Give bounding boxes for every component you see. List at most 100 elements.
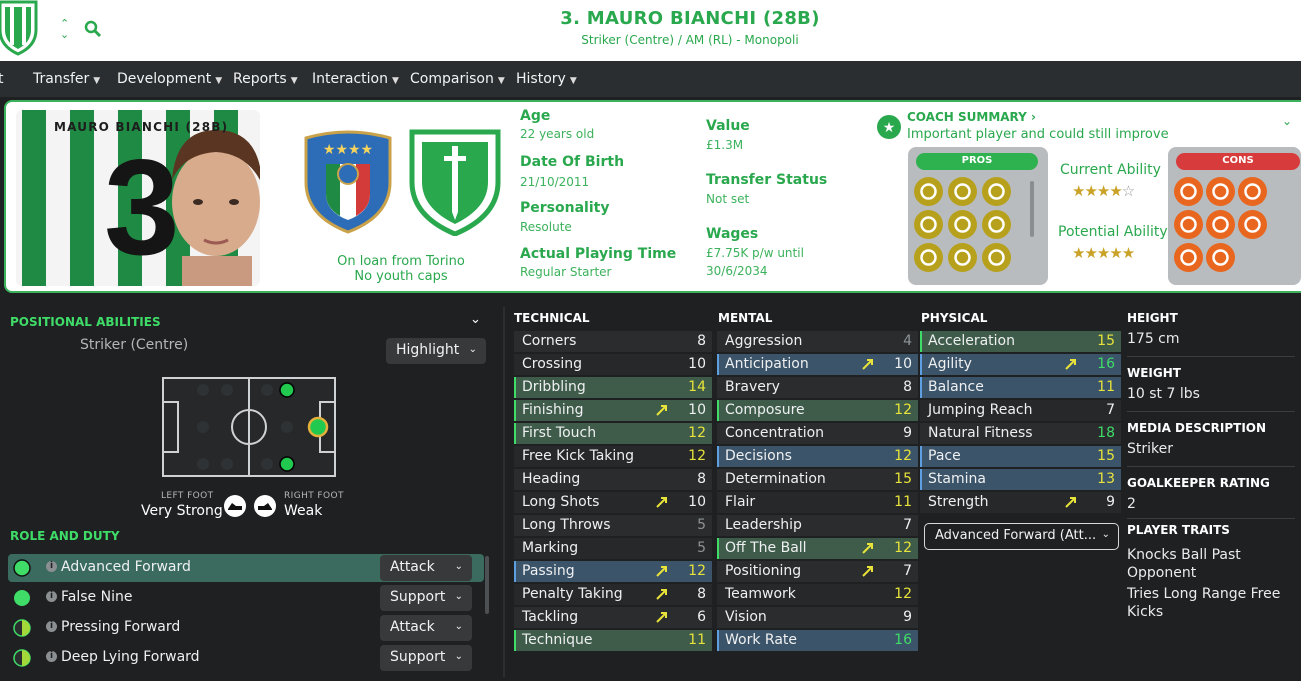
attribute-row[interactable]: Flair 11 xyxy=(717,492,918,513)
coach-summary-link[interactable]: COACH SUMMARY › xyxy=(907,110,1036,124)
target-icon[interactable] xyxy=(982,210,1011,239)
role-row[interactable]: i Pressing Forward Attack ⌄ xyxy=(8,614,484,642)
attribute-value: 9 xyxy=(903,609,912,625)
attribute-row[interactable]: Free Kick Taking 12 xyxy=(514,446,712,467)
flask-icon[interactable] xyxy=(1206,210,1235,239)
attribute-row[interactable]: Composure 12 xyxy=(717,400,918,421)
info-icon[interactable]: i xyxy=(46,621,57,632)
attribute-row[interactable]: Vision 9 xyxy=(717,607,918,628)
national-team-badge-icon[interactable]: ★★★★ xyxy=(300,130,396,234)
car-icon[interactable] xyxy=(1174,243,1203,272)
nav-menu-interaction[interactable]: Interaction ▼ xyxy=(312,71,399,87)
attribute-row[interactable]: Corners 8 xyxy=(514,331,712,352)
technical-title: TECHNICAL xyxy=(514,311,590,325)
attribute-row[interactable]: Bravery 8 xyxy=(717,377,918,398)
attribute-name: Aggression xyxy=(725,333,803,349)
attribute-row[interactable]: Agility 16 xyxy=(920,354,1121,375)
duty-dropdown[interactable]: Support ⌄ xyxy=(380,645,472,671)
highlight-dropdown[interactable]: Highlight ⌄ xyxy=(386,338,486,364)
attribute-value: 12 xyxy=(688,425,706,441)
attribute-row[interactable]: Pace 15 xyxy=(920,446,1121,467)
attribute-value: 12 xyxy=(894,402,912,418)
attribute-row[interactable]: Stamina 13 xyxy=(920,469,1121,490)
duty-dropdown[interactable]: Attack ⌄ xyxy=(380,615,472,641)
attribute-row[interactable]: Crossing 10 xyxy=(514,354,712,375)
target-icon[interactable] xyxy=(1174,177,1203,206)
attribute-name: Balance xyxy=(928,379,984,395)
attribute-row[interactable]: Positioning 7 xyxy=(717,561,918,582)
attribute-row[interactable]: Natural Fitness 18 xyxy=(920,423,1121,444)
pros-scrollbar[interactable] xyxy=(1030,181,1034,237)
medical-cross-icon[interactable] xyxy=(1206,177,1235,206)
attribute-row[interactable]: First Touch 12 xyxy=(514,423,712,444)
attribute-row[interactable]: Finishing 10 xyxy=(514,400,712,421)
attribute-row[interactable]: Long Shots 10 xyxy=(514,492,712,513)
player-trait[interactable]: Knocks Ball Past Opponent xyxy=(1127,546,1241,582)
nav-menu-comparison[interactable]: Comparison ▼ xyxy=(410,71,505,87)
attribute-row[interactable]: Strength 9 xyxy=(920,492,1121,513)
role-row[interactable]: i Advanced Forward Attack ⌄ xyxy=(8,554,484,582)
scissors-icon[interactable] xyxy=(1238,177,1267,206)
tag-icon[interactable] xyxy=(1238,210,1267,239)
role-attributes-dropdown[interactable]: Advanced Forward (Att... ⌄ xyxy=(924,523,1119,550)
club-badge-icon[interactable] xyxy=(408,128,502,236)
role-row[interactable]: i False Nine Support ⌄ xyxy=(8,584,484,612)
duty-dropdown[interactable]: Support ⌄ xyxy=(380,585,472,611)
player-trait[interactable]: Tries Long Range Free Kicks xyxy=(1127,585,1280,621)
attribute-row[interactable]: Balance 11 xyxy=(920,377,1121,398)
chevron-down-icon: ▼ xyxy=(93,76,101,86)
attribute-row[interactable]: Off The Ball 12 xyxy=(717,538,918,559)
attribute-row[interactable]: Penalty Taking 8 xyxy=(514,584,712,605)
nav-menu-partial[interactable]: t xyxy=(0,71,4,87)
divider xyxy=(1127,466,1295,467)
info-icon[interactable]: i xyxy=(46,591,57,602)
nav-menu-history[interactable]: History ▼ xyxy=(516,71,577,87)
expand-chevron-icon[interactable]: ⌄ xyxy=(1282,114,1292,128)
attribute-row[interactable]: Concentration 9 xyxy=(717,423,918,444)
attribute-row[interactable]: Dribbling 14 xyxy=(514,377,712,398)
info-icon[interactable]: i xyxy=(46,651,57,662)
attribute-row[interactable]: Tackling 6 xyxy=(514,607,712,628)
attribute-row[interactable]: Teamwork 12 xyxy=(717,584,918,605)
potential-ability-stars: ★★★★★ xyxy=(1072,244,1135,262)
nav-menu-development[interactable]: Development ▼ xyxy=(117,71,222,87)
attribute-row[interactable]: Long Throws 5 xyxy=(514,515,712,536)
attribute-row[interactable]: Aggression 4 xyxy=(717,331,918,352)
attribute-row[interactable]: Acceleration 15 xyxy=(920,331,1121,352)
spring-icon[interactable] xyxy=(1174,210,1203,239)
attribute-row[interactable]: Work Rate 16 xyxy=(717,630,918,651)
nav-menu-reports[interactable]: Reports ▼ xyxy=(233,71,298,87)
handshake-icon[interactable] xyxy=(982,177,1011,206)
info-icon[interactable]: i xyxy=(46,561,57,572)
attribute-row[interactable]: Marking 5 xyxy=(514,538,712,559)
dob-label: Date Of Birth xyxy=(520,154,625,170)
attribute-row[interactable]: Passing 12 xyxy=(514,561,712,582)
phone-icon[interactable] xyxy=(1206,243,1235,272)
attribute-row[interactable]: Determination 15 xyxy=(717,469,918,490)
attribute-name: Heading xyxy=(522,471,581,487)
attribute-row[interactable]: Heading 8 xyxy=(514,469,712,490)
clipboard-icon[interactable] xyxy=(914,243,943,272)
roles-scrollbar[interactable] xyxy=(485,556,489,614)
attribute-row[interactable]: Technique 11 xyxy=(514,630,712,651)
trend-icon[interactable] xyxy=(948,177,977,206)
attribute-row[interactable]: Anticipation 10 xyxy=(717,354,918,375)
divider xyxy=(503,307,505,677)
attribute-name: Free Kick Taking xyxy=(522,448,635,464)
duty-dropdown[interactable]: Attack ⌄ xyxy=(380,555,472,581)
cones-icon[interactable] xyxy=(948,210,977,239)
svg-text:★: ★ xyxy=(883,120,896,136)
star-icon[interactable] xyxy=(914,177,943,206)
nav-menu-transfer[interactable]: Transfer ▼ xyxy=(33,71,100,87)
boot-icon[interactable] xyxy=(914,210,943,239)
role-row[interactable]: i Deep Lying Forward Support ⌄ xyxy=(8,644,484,672)
attribute-row[interactable]: Decisions 12 xyxy=(717,446,918,467)
attribute-name: Tackling xyxy=(522,609,579,625)
pitch-icon[interactable] xyxy=(982,243,1011,272)
loan-status[interactable]: On loan from Torino xyxy=(298,254,504,269)
attribute-row[interactable]: Jumping Reach 7 xyxy=(920,400,1121,421)
collapse-chevron-icon[interactable]: ⌄ xyxy=(470,312,481,327)
wave-icon[interactable] xyxy=(948,243,977,272)
attribute-row[interactable]: Leadership 7 xyxy=(717,515,918,536)
wages-label: Wages xyxy=(706,226,759,242)
